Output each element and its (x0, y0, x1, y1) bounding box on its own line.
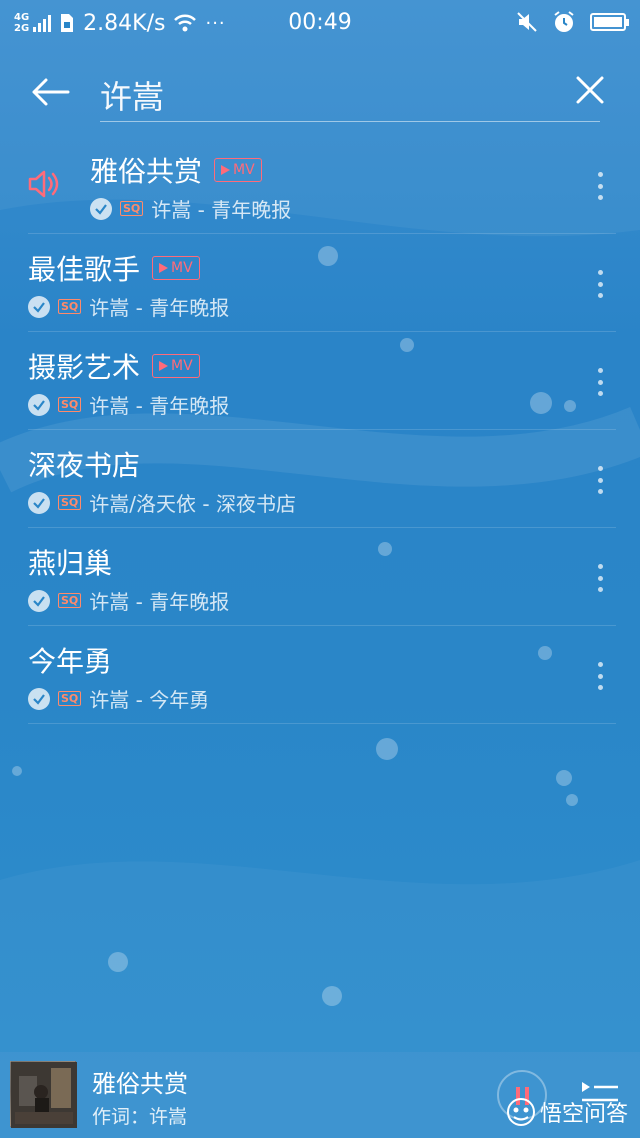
more-options-icon[interactable] (596, 172, 604, 200)
quality-badge: SQ (58, 495, 82, 510)
song-row[interactable]: 摄影艺术 MV SQ 许嵩 - 青年晚报 (0, 332, 640, 430)
more-options-icon[interactable] (596, 270, 604, 298)
bubble (566, 794, 578, 806)
artist-album: 许嵩 - 今年勇 (89, 688, 210, 712)
quality-badge: SQ (58, 593, 82, 608)
bubble (556, 770, 572, 786)
bubble (376, 738, 398, 760)
song-title: 最佳歌手 (28, 253, 141, 286)
song-meta: SQ 许嵩 - 青年晚报 (28, 586, 229, 615)
now-playing-speaker-icon (28, 170, 59, 198)
play-triangle-icon (159, 361, 169, 371)
mute-icon (517, 12, 537, 32)
more-options-icon[interactable] (596, 368, 604, 396)
mv-label: MV (171, 260, 193, 276)
artist-album: 许嵩 - 青年晚报 (89, 296, 230, 320)
song-row[interactable]: 燕归巢 SQ 许嵩 - 青年晚报 (0, 528, 640, 626)
checkmark-icon (28, 491, 50, 514)
player-song-title: 雅俗共赏 (92, 1070, 188, 1098)
play-triangle-icon (159, 263, 169, 273)
artist-album: 许嵩 - 青年晚报 (89, 394, 230, 418)
search-underline (100, 121, 600, 122)
song-title: 雅俗共赏 (90, 155, 203, 188)
watermark-logo-icon (507, 1098, 535, 1126)
song-list: 雅俗共赏 MV SQ 许嵩 - 青年晚报 最佳歌手 MV SQ 许嵩 - 青年晚报 摄影艺术 MV… (0, 136, 640, 724)
song-title: 燕归巢 (28, 547, 113, 580)
watermark-text: 悟空问答 (540, 1102, 629, 1127)
song-row[interactable]: 最佳歌手 MV SQ 许嵩 - 青年晚报 (0, 234, 640, 332)
song-meta: SQ 许嵩 - 青年晚报 (28, 390, 229, 419)
quality-badge: SQ (58, 691, 82, 706)
song-meta: SQ 许嵩 - 今年勇 (28, 684, 209, 713)
song-title-line: 今年勇 (28, 640, 112, 680)
song-title-line: 最佳歌手 MV (28, 248, 200, 288)
search-input[interactable]: 许嵩 (100, 72, 164, 118)
status-bar: 4G 2G 2.84K/s ··· 00:49 (0, 0, 640, 46)
search-header: 许嵩 (0, 58, 640, 128)
player-lyric-line: 作词：许嵩 (92, 1106, 188, 1128)
album-cover[interactable] (10, 1061, 77, 1128)
bubble (108, 952, 128, 972)
song-title: 今年勇 (28, 645, 113, 678)
checkmark-icon (28, 589, 50, 612)
checkmark-icon (28, 295, 50, 318)
quality-badge: SQ (58, 397, 82, 412)
back-arrow-icon[interactable] (28, 70, 72, 114)
song-row[interactable]: 雅俗共赏 MV SQ 许嵩 - 青年晚报 (0, 136, 640, 234)
bubble (322, 986, 342, 1006)
song-meta: SQ 许嵩 - 青年晚报 (90, 194, 291, 223)
mv-badge[interactable]: MV (214, 158, 262, 182)
play-triangle-icon (221, 165, 231, 175)
song-row[interactable]: 深夜书店 SQ 许嵩/洛天依 - 深夜书店 (0, 430, 640, 528)
battery-icon (590, 13, 629, 31)
mv-label: MV (233, 162, 255, 178)
artist-album: 许嵩/洛天依 - 深夜书店 (89, 492, 296, 516)
song-title-line: 雅俗共赏 MV (90, 150, 262, 190)
more-options-icon[interactable] (596, 662, 604, 690)
song-title-line: 深夜书店 (28, 444, 140, 484)
quality-badge: SQ (58, 299, 82, 314)
song-title: 深夜书店 (28, 449, 141, 482)
song-title: 摄影艺术 (28, 351, 141, 384)
song-meta: SQ 许嵩 - 青年晚报 (28, 292, 229, 321)
checkmark-icon (90, 197, 112, 220)
album-art-illustration (11, 1062, 77, 1128)
artist-album: 许嵩 - 青年晚报 (89, 590, 230, 614)
song-row[interactable]: 今年勇 SQ 许嵩 - 今年勇 (0, 626, 640, 724)
song-title-line: 燕归巢 (28, 542, 112, 582)
mv-badge[interactable]: MV (152, 354, 200, 378)
bubble (12, 766, 22, 776)
mv-badge[interactable]: MV (152, 256, 200, 280)
checkmark-icon (28, 687, 50, 710)
song-title-line: 摄影艺术 MV (28, 346, 200, 386)
artist-album: 许嵩 - 青年晚报 (151, 198, 292, 222)
clear-search-icon[interactable] (570, 70, 610, 110)
song-meta: SQ 许嵩/洛天依 - 深夜书店 (28, 488, 296, 517)
watermark: 悟空问答 (506, 1096, 628, 1128)
checkmark-icon (28, 393, 50, 416)
alarm-icon (554, 11, 574, 32)
mv-label: MV (171, 358, 193, 374)
more-options-icon[interactable] (596, 466, 604, 494)
more-options-icon[interactable] (596, 564, 604, 592)
quality-badge: SQ (120, 201, 144, 216)
